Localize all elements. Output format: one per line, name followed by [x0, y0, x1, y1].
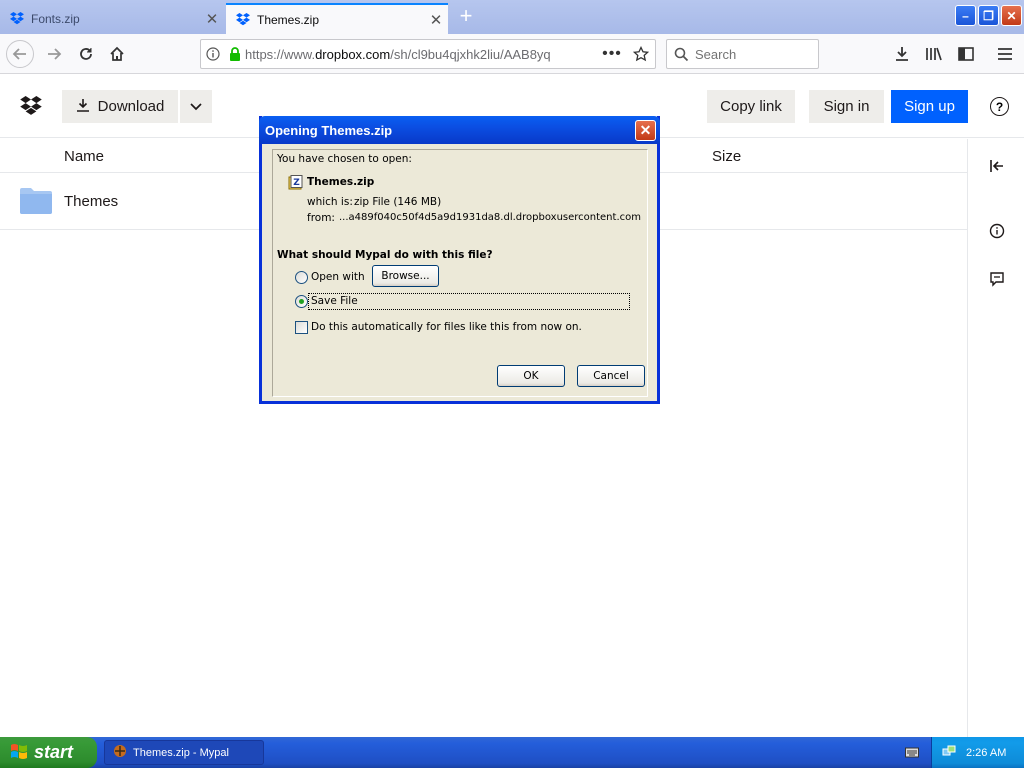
keyboard-tray-icon[interactable]	[905, 745, 919, 763]
ok-button[interactable]: OK	[497, 365, 565, 387]
window-controls: – ❐ ✕	[955, 5, 1022, 26]
lock-icon[interactable]	[225, 47, 245, 61]
window-close-icon[interactable]: ✕	[1001, 5, 1022, 26]
save-file-label[interactable]: Save File	[311, 295, 358, 307]
downloads-icon[interactable]	[888, 40, 916, 68]
url-text: https://www.dropbox.com/sh/cl9bu4qjxhk2l…	[245, 47, 597, 62]
dialog-filename: Themes.zip	[307, 176, 375, 188]
url-domain: dropbox.com	[315, 46, 391, 62]
dialog-intro-text: You have chosen to open:	[277, 153, 412, 165]
restore-icon[interactable]: ❐	[978, 5, 999, 26]
windows-logo-icon	[10, 742, 28, 764]
dialog-title-bar[interactable]: Opening Themes.zip ✕	[259, 116, 660, 144]
bookmark-star-icon[interactable]	[627, 46, 655, 62]
tab-label: Fonts.zip	[31, 11, 80, 26]
library-icon[interactable]	[920, 40, 948, 68]
hamburger-menu-icon[interactable]	[991, 40, 1019, 68]
search-icon	[667, 47, 695, 62]
tab-label: Themes.zip	[257, 12, 320, 27]
sidebar-toggle-icon[interactable]	[952, 40, 980, 68]
start-button[interactable]: start	[0, 737, 97, 768]
dialog-close-icon[interactable]: ✕	[635, 120, 656, 141]
info-icon[interactable]	[201, 47, 225, 61]
home-icon[interactable]	[103, 40, 131, 68]
sign-up-button[interactable]: Sign up	[891, 90, 968, 123]
back-arrow-icon[interactable]	[6, 40, 34, 68]
network-tray-icon[interactable]	[942, 744, 956, 761]
open-with-label[interactable]: Open with	[311, 271, 365, 283]
download-button[interactable]: Download	[62, 90, 178, 123]
tab-themes-zip[interactable]: Themes.zip ✕	[226, 3, 448, 34]
folder-icon	[20, 187, 52, 219]
column-header-name[interactable]: Name	[64, 148, 104, 165]
auto-action-checkbox[interactable]	[295, 321, 308, 334]
cancel-button[interactable]: Cancel	[577, 365, 645, 387]
search-bar[interactable]: Search	[666, 39, 819, 69]
opening-file-dialog: Opening Themes.zip ✕ You have chosen to …	[259, 116, 660, 404]
taskbar: start Themes.zip - Mypal 2:26 AM	[0, 737, 1024, 768]
new-tab-plus-icon[interactable]: +	[454, 5, 478, 29]
column-header-size[interactable]: Size	[712, 148, 741, 165]
zip-file-icon: Z	[288, 175, 303, 193]
url-bar[interactable]: https://www.dropbox.com/sh/cl9bu4qjxhk2l…	[200, 39, 656, 69]
help-icon[interactable]: ?	[990, 97, 1009, 116]
start-label: start	[34, 742, 74, 762]
auto-action-label[interactable]: Do this automatically for files like thi…	[311, 321, 582, 333]
tab-close-icon[interactable]: ✕	[200, 10, 224, 28]
url-path: /sh/cl9bu4qjxhk2liu/AAB8yq	[390, 46, 551, 62]
clock[interactable]: 2:26 AM	[966, 747, 1006, 759]
tab-fonts-zip[interactable]: Fonts.zip ✕	[0, 3, 224, 34]
save-file-radio[interactable]	[295, 295, 308, 308]
taskbar-item-label: Themes.zip - Mypal	[133, 746, 229, 759]
open-with-radio[interactable]	[295, 271, 308, 284]
taskbar-item-mypal[interactable]: Themes.zip - Mypal	[104, 740, 264, 765]
download-options-chevron-down-icon[interactable]	[180, 90, 212, 123]
dropbox-favicon-icon	[235, 12, 251, 28]
browser-tab-bar: Fonts.zip ✕ Themes.zip ✕ + – ❐ ✕	[0, 0, 1024, 34]
right-rail	[967, 139, 1024, 737]
system-tray: 2:26 AM	[931, 737, 1024, 768]
minimize-icon[interactable]: –	[955, 5, 976, 26]
comment-icon[interactable]	[986, 268, 1008, 290]
search-placeholder: Search	[695, 46, 737, 62]
reload-icon[interactable]	[72, 40, 100, 68]
from-label: from:	[307, 212, 335, 224]
dropbox-logo-icon[interactable]	[20, 96, 42, 121]
dialog-title: Opening Themes.zip	[265, 122, 393, 138]
copy-link-button[interactable]: Copy link	[707, 90, 795, 123]
tab-close-icon[interactable]: ✕	[424, 11, 448, 29]
which-is-label: which is:	[307, 196, 353, 208]
mypal-app-icon	[113, 744, 127, 761]
info-circle-icon[interactable]	[986, 220, 1008, 242]
browse-button[interactable]: Browse...	[372, 265, 439, 287]
dropbox-favicon-icon	[9, 11, 25, 27]
forward-arrow-icon[interactable]	[40, 40, 68, 68]
download-icon	[76, 98, 90, 116]
page-actions-icon[interactable]: •••	[597, 45, 627, 63]
dialog-question: What should Mypal do with this file?	[277, 249, 493, 261]
svg-text:Z: Z	[293, 178, 300, 188]
url-prefix: https://www.	[245, 46, 316, 62]
sign-in-button[interactable]: Sign in	[809, 90, 884, 123]
navigation-toolbar: https://www.dropbox.com/sh/cl9bu4qjxhk2l…	[0, 34, 1024, 74]
collapse-panel-icon[interactable]	[986, 155, 1008, 177]
file-name[interactable]: Themes	[64, 193, 118, 210]
which-is-value: zip File (146 MB)	[354, 196, 442, 208]
from-value: ...a489f040c50f4d5a9d1931da8.dl.dropboxu…	[339, 212, 641, 223]
download-label: Download	[97, 98, 165, 115]
